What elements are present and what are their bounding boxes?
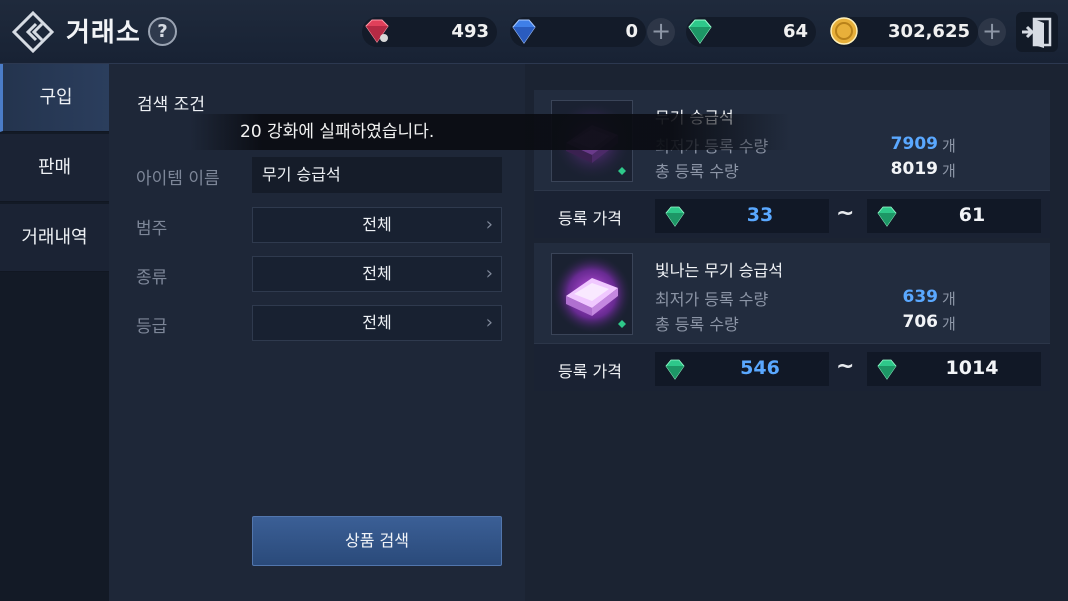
tab-sell[interactable]: 판매 bbox=[0, 134, 109, 202]
grade-value: 전체 bbox=[362, 313, 392, 332]
price-min: 33 bbox=[746, 204, 774, 226]
blue-diamond-icon bbox=[512, 19, 536, 44]
price-label: 등록 가격 bbox=[558, 209, 622, 228]
price-min: 546 bbox=[740, 357, 780, 379]
red-gem-icon bbox=[365, 19, 389, 43]
unit-label: 개 bbox=[942, 162, 956, 180]
price-min-box: 546 bbox=[655, 352, 829, 386]
min-price-qty: 7909 bbox=[890, 134, 938, 154]
price-max-box: 61 bbox=[867, 199, 1041, 233]
price-row: 등록 가격 546 ~ 1014 bbox=[534, 343, 1050, 391]
item-name: 빛나는 무기 승급석 bbox=[655, 261, 783, 280]
type-value: 전체 bbox=[362, 264, 392, 283]
red-gem-amount: 493 bbox=[451, 21, 489, 42]
unit-label: 개 bbox=[942, 315, 956, 333]
item-thumbnail bbox=[551, 253, 633, 335]
range-tilde: ~ bbox=[836, 354, 855, 379]
price-row: 등록 가격 33 ~ 61 bbox=[534, 190, 1050, 238]
total-qty: 706 bbox=[902, 312, 939, 332]
range-tilde: ~ bbox=[836, 201, 855, 226]
unit-label: 개 bbox=[942, 137, 956, 155]
min-price-qty: 639 bbox=[902, 287, 939, 307]
emerald-amount: 64 bbox=[782, 21, 808, 42]
category-label: 범주 bbox=[136, 219, 168, 239]
total-qty-label: 총 등록 수량 bbox=[655, 162, 739, 181]
min-price-qty-label: 최저가 등록 수량 bbox=[655, 290, 769, 309]
total-qty-label: 총 등록 수량 bbox=[655, 315, 739, 334]
emerald-icon bbox=[665, 206, 685, 227]
add-diamond-button[interactable]: + bbox=[647, 18, 675, 46]
currency-blue-diamond: 0 bbox=[510, 17, 646, 47]
price-label: 등록 가격 bbox=[558, 362, 622, 381]
help-icon[interactable]: ? bbox=[148, 17, 177, 46]
glowing-ingot-icon bbox=[552, 254, 632, 334]
gold-coin-icon bbox=[830, 17, 858, 45]
exit-icon[interactable] bbox=[1016, 12, 1058, 52]
price-max: 61 bbox=[958, 204, 986, 226]
grade-label: 등급 bbox=[136, 317, 168, 337]
chevron-right-icon: › bbox=[485, 263, 493, 284]
gold-amount: 302,625 bbox=[888, 21, 970, 42]
top-bar: 거래소 ? 493 0 + 64 302,625 + bbox=[0, 0, 1068, 64]
currency-red-gem: 493 bbox=[362, 17, 497, 47]
emerald-icon bbox=[688, 19, 712, 44]
sidebar: 구입 판매 거래내역 bbox=[0, 64, 109, 601]
page-title: 거래소 bbox=[66, 18, 141, 48]
item-name-input[interactable]: 무기 승급석 bbox=[252, 157, 502, 193]
price-min-box: 33 bbox=[655, 199, 829, 233]
chevron-right-icon: › bbox=[485, 312, 493, 333]
currency-green-emerald: 64 bbox=[686, 17, 816, 47]
search-button[interactable]: 상품 검색 bbox=[252, 516, 502, 566]
tab-buy[interactable]: 구입 bbox=[0, 64, 109, 132]
tab-history[interactable]: 거래내역 bbox=[0, 204, 109, 272]
chevron-right-icon: › bbox=[485, 214, 493, 235]
result-item[interactable]: 무기 승급석 최저가 등록 수량 7909 개 총 등록 수량 8019 개 등… bbox=[534, 90, 1050, 238]
price-max: 1014 bbox=[945, 357, 999, 379]
emerald-icon bbox=[877, 359, 897, 380]
category-value: 전체 bbox=[362, 215, 392, 234]
blue-diamond-amount: 0 bbox=[625, 21, 638, 42]
grade-select[interactable]: 전체 › bbox=[252, 305, 502, 341]
total-qty: 8019 bbox=[890, 159, 938, 179]
add-gold-button[interactable]: + bbox=[978, 18, 1006, 46]
emerald-icon bbox=[877, 206, 897, 227]
category-select[interactable]: 전체 › bbox=[252, 207, 502, 243]
toast-message: 20 강화에 실패하였습니다. bbox=[190, 114, 790, 150]
unit-label: 개 bbox=[942, 290, 956, 308]
item-name-label: 아이템 이름 bbox=[136, 169, 220, 189]
back-icon[interactable] bbox=[11, 10, 55, 54]
currency-gold-coin: 302,625 bbox=[830, 17, 978, 47]
type-label: 종류 bbox=[136, 268, 168, 288]
emerald-icon bbox=[665, 359, 685, 380]
price-max-box: 1014 bbox=[867, 352, 1041, 386]
result-item[interactable]: 빛나는 무기 승급석 최저가 등록 수량 639 개 총 등록 수량 706 개… bbox=[534, 243, 1050, 391]
type-select[interactable]: 전체 › bbox=[252, 256, 502, 292]
search-title: 검색 조건 bbox=[137, 95, 205, 115]
